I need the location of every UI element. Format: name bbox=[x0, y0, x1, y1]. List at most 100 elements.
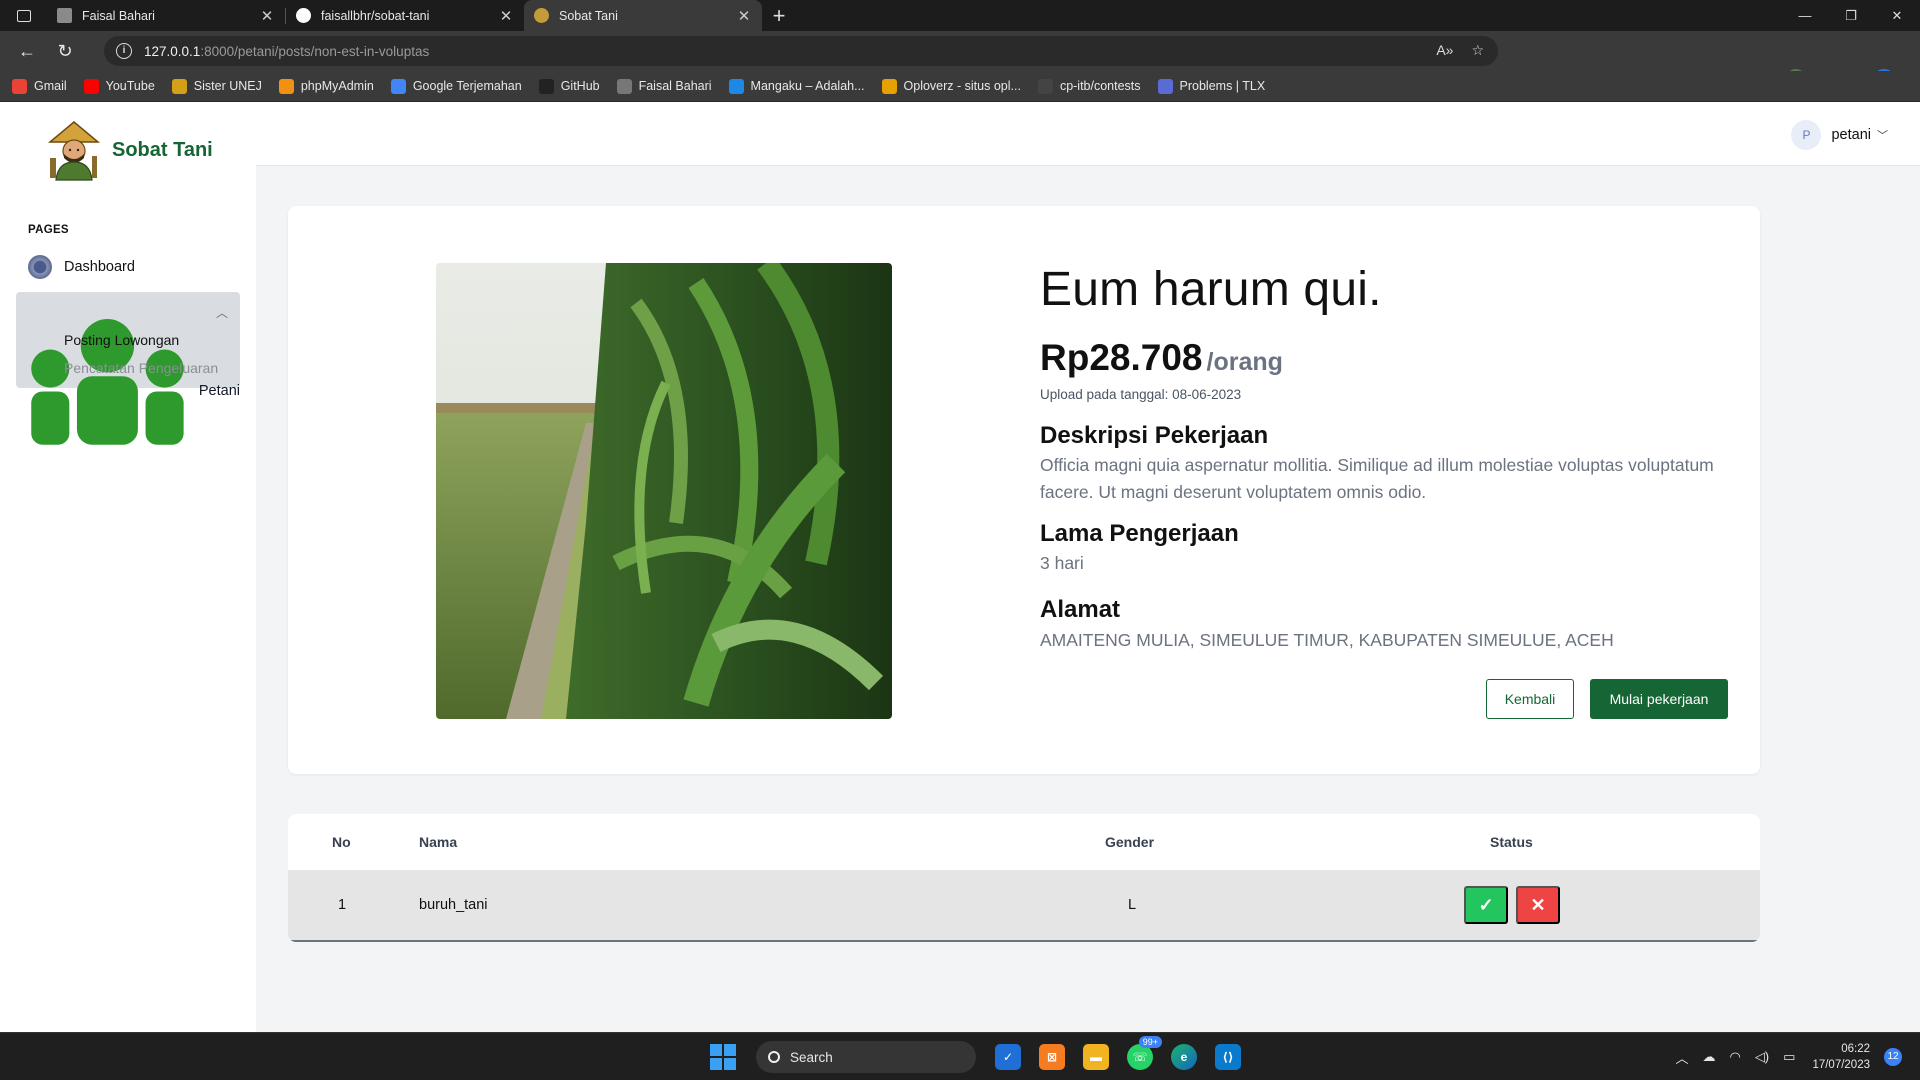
oploverz-icon bbox=[881, 78, 897, 94]
bookmark-label: Mangaku – Adalah... bbox=[750, 79, 865, 93]
duration-text: 3 hari bbox=[1040, 553, 1084, 573]
url-text: 127.0.0.1:8000/petani/posts/non-est-in-v… bbox=[144, 43, 430, 59]
check-icon: ✓ bbox=[1478, 894, 1494, 915]
address-bar[interactable]: i 127.0.0.1:8000/petani/posts/non-est-in… bbox=[104, 36, 1498, 66]
browser-tab[interactable]: Faisal Bahari ✕ bbox=[47, 0, 285, 31]
windows-start-icon[interactable] bbox=[710, 1044, 736, 1070]
bookmark-item[interactable]: Oploverz - situs opl... bbox=[881, 78, 1021, 94]
refresh-icon[interactable]: ↻ bbox=[46, 41, 84, 62]
close-tab-icon[interactable]: ✕ bbox=[736, 7, 752, 25]
close-window-icon[interactable]: ✕ bbox=[1874, 0, 1920, 31]
bookmark-label: Oploverz - situs opl... bbox=[903, 79, 1021, 93]
description-text: Officia magni quia aspernatur mollitia. … bbox=[1040, 455, 1714, 502]
clock[interactable]: 06:22 17/07/2023 bbox=[1812, 1041, 1870, 1073]
avatar: P bbox=[1791, 120, 1822, 150]
edge-browser-icon[interactable]: e bbox=[1162, 1040, 1206, 1074]
bookmark-label: Google Terjemahan bbox=[412, 79, 522, 93]
file-explorer-icon[interactable]: ▬ bbox=[1074, 1040, 1118, 1074]
tab-actions-icon[interactable] bbox=[0, 0, 47, 31]
start-job-button[interactable]: Mulai pekerjaan bbox=[1590, 679, 1728, 719]
tlx-icon bbox=[1157, 78, 1173, 94]
dashboard-icon bbox=[28, 255, 52, 279]
unej-icon bbox=[171, 78, 187, 94]
user-name: petani bbox=[1831, 127, 1871, 143]
chevron-up-icon[interactable]: ︿ bbox=[216, 304, 228, 321]
vscode-app-icon[interactable]: ⟨⟩ bbox=[1206, 1040, 1250, 1074]
favorite-star-icon[interactable]: ☆ bbox=[1471, 42, 1484, 59]
table-row: 1 buruh_tani L ✓ ✕ bbox=[288, 870, 1760, 942]
restore-icon[interactable]: ❐ bbox=[1828, 0, 1874, 31]
volume-icon[interactable]: ◁) bbox=[1755, 1049, 1769, 1065]
notification-badge[interactable]: 12 bbox=[1884, 1048, 1902, 1066]
gmail-icon bbox=[12, 78, 27, 94]
wifi-icon[interactable]: ◠ bbox=[1729, 1049, 1740, 1065]
bookmark-label: cp-itb/contests bbox=[1059, 79, 1141, 93]
read-aloud-icon[interactable]: A» bbox=[1436, 42, 1453, 59]
back-icon[interactable]: ← bbox=[8, 41, 46, 62]
bookmark-item[interactable]: Faisal Bahari bbox=[616, 78, 712, 94]
close-tab-icon[interactable]: ✕ bbox=[498, 7, 514, 25]
xampp-app-icon[interactable]: ⊠ bbox=[1030, 1040, 1074, 1074]
sidebar-heading: PAGES bbox=[28, 224, 69, 236]
window-controls: — ❐ ✕ bbox=[1782, 0, 1920, 31]
bookmark-item[interactable]: Sister UNEJ bbox=[171, 78, 262, 94]
reject-button[interactable]: ✕ bbox=[1516, 886, 1560, 924]
sidebar: Sobat Tani PAGES Dashboard Petani ︿ Post… bbox=[0, 102, 256, 1032]
whatsapp-app-icon[interactable]: ☏ 99+ bbox=[1118, 1036, 1162, 1074]
browser-toolbar: ← ↻ i 127.0.0.1:8000/petani/posts/non-es… bbox=[0, 31, 1920, 95]
accept-button[interactable]: ✓ bbox=[1464, 886, 1508, 924]
sobat-tani-favicon-icon bbox=[534, 8, 549, 23]
brand[interactable]: Sobat Tani bbox=[42, 118, 213, 182]
sidebar-item-posting-lowongan[interactable]: Posting Lowongan bbox=[64, 332, 179, 348]
minimize-icon[interactable]: — bbox=[1782, 0, 1828, 31]
address-heading: Alamat bbox=[1040, 596, 1121, 623]
browser-tab-active[interactable]: Sobat Tani ✕ bbox=[524, 0, 762, 31]
new-tab-icon[interactable]: + bbox=[762, 3, 796, 29]
bookmark-item[interactable]: YouTube bbox=[83, 78, 155, 94]
system-tray: ︿ ☁ ◠ ◁) ▭ 06:22 17/07/2023 12 bbox=[1668, 1033, 1902, 1080]
applicants-table: No Nama Gender Status 1 buruh_tani L ✓ ✕ bbox=[288, 814, 1760, 942]
post-details: Eum harum qui. Rp28.708/orang Upload pad… bbox=[1040, 262, 1720, 654]
clock-date: 17/07/2023 bbox=[1812, 1059, 1870, 1071]
onedrive-icon[interactable]: ☁ bbox=[1702, 1049, 1715, 1065]
cell-nama: buruh_tani bbox=[419, 897, 488, 913]
os-taskbar: Search ✓ ⊠ ▬ ☏ 99+ e ⟨⟩ ︿ ☁ ◠ ◁) ▭ 06:22 … bbox=[0, 1032, 1920, 1080]
column-header-gender: Gender bbox=[1105, 834, 1155, 850]
post-detail-card: Eum harum qui. Rp28.708/orang Upload pad… bbox=[288, 206, 1760, 774]
github-icon bbox=[538, 78, 554, 94]
tab-title: faisallbhr/sobat-tani bbox=[321, 8, 430, 23]
bookmark-item[interactable]: Gmail bbox=[12, 78, 67, 94]
price-unit: /orang bbox=[1206, 348, 1283, 376]
youtube-icon bbox=[83, 78, 99, 94]
duration-heading: Lama Pengerjaan bbox=[1040, 520, 1239, 547]
taskbar-search[interactable]: Search bbox=[756, 1041, 976, 1073]
bookmark-item[interactable]: cp-itb/contests bbox=[1037, 78, 1141, 94]
back-button[interactable]: Kembali bbox=[1486, 679, 1574, 719]
column-header-no: No bbox=[332, 834, 351, 850]
chevron-up-icon[interactable]: ︿ bbox=[1675, 1048, 1688, 1067]
description-heading: Deskripsi Pekerjaan bbox=[1040, 422, 1269, 449]
bookmark-item[interactable]: GitHub bbox=[538, 78, 600, 94]
tab-title: Sobat Tani bbox=[559, 8, 618, 23]
bookmark-item[interactable]: Problems | TLX bbox=[1157, 78, 1265, 94]
bookmark-label: YouTube bbox=[105, 79, 155, 93]
column-header-nama: Nama bbox=[419, 834, 458, 850]
bookmark-item[interactable]: phpMyAdmin bbox=[278, 78, 374, 94]
bookmark-item[interactable]: Google Terjemahan bbox=[390, 78, 522, 94]
table-header: No Nama Gender Status bbox=[288, 814, 1760, 870]
bookmark-item[interactable]: Mangaku – Adalah... bbox=[728, 78, 865, 94]
browser-tab[interactable]: faisallbhr/sobat-tani ✕ bbox=[286, 0, 524, 31]
battery-icon[interactable]: ▭ bbox=[1783, 1049, 1795, 1065]
sidebar-item-pencatatan-pengeluaran[interactable]: Pencatatan Pengeluaran bbox=[64, 360, 218, 376]
bookmark-label: GitHub bbox=[560, 79, 600, 93]
todo-app-icon[interactable]: ✓ bbox=[986, 1040, 1030, 1074]
sidebar-group-petani: Petani ︿ Posting Lowongan Pencatatan Pen… bbox=[16, 292, 240, 445]
sidebar-item-petani[interactable]: Petani bbox=[16, 300, 240, 483]
profile-icon bbox=[616, 78, 632, 94]
sidebar-item-dashboard[interactable]: Dashboard bbox=[16, 255, 240, 279]
mangaku-icon bbox=[728, 78, 744, 94]
user-menu[interactable]: P petani ﹀ bbox=[1791, 120, 1888, 150]
action-buttons: Kembali Mulai pekerjaan bbox=[1486, 679, 1728, 719]
site-info-icon[interactable]: i bbox=[116, 43, 132, 59]
close-tab-icon[interactable]: ✕ bbox=[259, 7, 275, 25]
